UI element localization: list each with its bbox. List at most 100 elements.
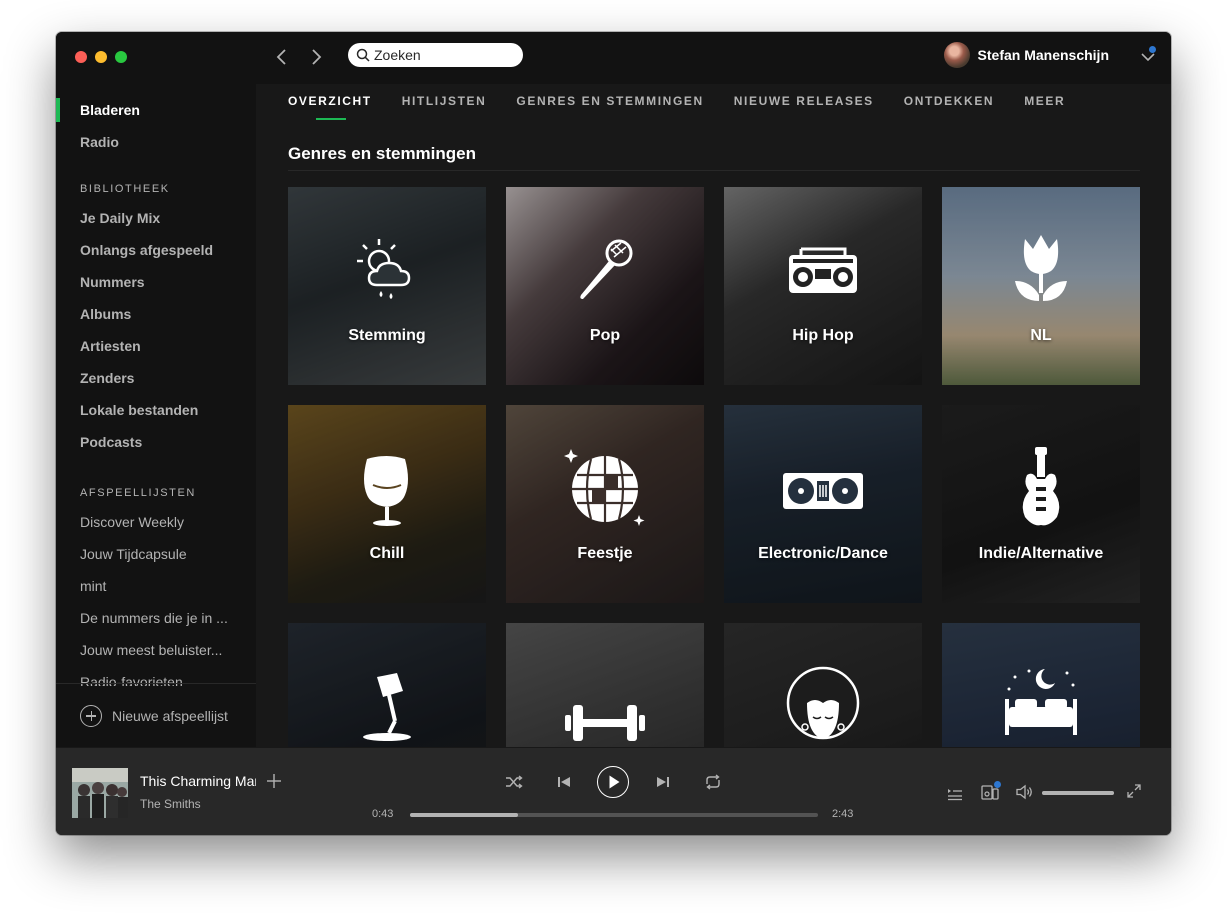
genre-tile-electronic-dance[interactable]: Electronic/Dance	[724, 405, 922, 603]
egg-chair-icon	[364, 456, 408, 526]
genre-tile-feestje[interactable]: Feestje	[506, 405, 704, 603]
library-section-title: BIBLIOTHEEK	[80, 183, 170, 195]
queue-icon[interactable]	[947, 785, 963, 801]
playlists-section-title: AFSPEELLIJSTEN	[80, 487, 196, 499]
tile-label: Hip Hop	[792, 327, 854, 344]
playlist-item[interactable]: Jouw Tijdcapsule	[56, 538, 236, 570]
add-to-library-icon[interactable]	[266, 773, 282, 789]
tab-hitlijsten[interactable]: HITLIJSTEN	[402, 84, 487, 124]
sidebar-item-radio[interactable]: Radio	[56, 126, 256, 158]
sidebar-main-nav: Bladeren Radio	[56, 94, 256, 158]
tile-label: Pop	[589, 327, 621, 344]
tile-label: NL	[1030, 327, 1052, 344]
plus-circle-icon	[80, 704, 102, 727]
spotify-window: Bladeren Radio BIBLIOTHEEK Je Daily Mix …	[56, 32, 1171, 835]
boombox-icon	[789, 247, 857, 293]
genre-tile-soul[interactable]	[724, 623, 922, 747]
sidebar-item-songs[interactable]: Nummers	[56, 266, 256, 298]
tab-genres-en-stemmingen[interactable]: GENRES EN STEMMINGEN	[516, 84, 703, 124]
playlist-item[interactable]: Discover Weekly	[56, 506, 236, 538]
zoom-window-button[interactable]	[115, 51, 127, 63]
tile-label: Indie/Alternative	[978, 545, 1104, 562]
repeat-icon[interactable]	[704, 774, 722, 790]
sidebar-item-local-files[interactable]: Lokale bestanden	[56, 394, 256, 426]
tile-label: Stemming	[348, 327, 426, 344]
genre-tile-nl[interactable]: NL	[942, 187, 1140, 385]
sidebar: Bladeren Radio BIBLIOTHEEK Je Daily Mix …	[56, 32, 256, 747]
user-name: Stefan Manenschijn	[977, 47, 1109, 63]
genre-tile-hip-hop[interactable]: Hip Hop	[724, 187, 922, 385]
avatar	[943, 42, 970, 68]
track-title[interactable]: This Charming Man	[140, 773, 256, 789]
tab-overzicht[interactable]: OVERZICHT	[288, 84, 372, 124]
turntables-icon	[783, 473, 863, 509]
album-art-image	[72, 768, 128, 818]
afro-face-icon	[786, 666, 860, 740]
play-icon	[609, 775, 619, 788]
playlist-item[interactable]: De nummers die je in ...	[56, 602, 236, 634]
notification-dot	[1149, 46, 1156, 53]
window-controls	[75, 51, 127, 63]
genre-tile-pop[interactable]: Pop	[506, 187, 704, 385]
genre-tile-chill[interactable]: Chill	[288, 405, 486, 603]
tab-ontdekken[interactable]: ONTDEKKEN	[904, 84, 994, 124]
genre-tile-focus[interactable]	[288, 623, 486, 747]
volume-slider[interactable]	[1042, 791, 1114, 795]
search-input[interactable]	[374, 47, 514, 63]
previous-track-icon[interactable]	[557, 775, 571, 789]
sidebar-item-bladeren[interactable]: Bladeren	[56, 94, 256, 126]
forward-arrow-icon[interactable]	[304, 45, 328, 69]
sidebar-item-daily-mix[interactable]: Je Daily Mix	[56, 202, 256, 234]
tile-label: Feestje	[577, 545, 633, 562]
sidebar-item-stations[interactable]: Zenders	[56, 362, 256, 394]
new-playlist-label: Nieuwe afspeellijst	[112, 707, 228, 724]
desk-lamp-icon	[363, 673, 411, 741]
volume-icon[interactable]	[1016, 784, 1034, 800]
back-arrow-icon[interactable]	[270, 45, 294, 69]
progress-fill	[410, 813, 518, 817]
tab-meer[interactable]: MEER	[1024, 84, 1065, 124]
fullscreen-icon[interactable]	[1127, 784, 1141, 798]
tile-label: Chill	[369, 545, 405, 562]
sidebar-item-podcasts[interactable]: Podcasts	[56, 426, 256, 458]
track-artist[interactable]: The Smiths	[140, 797, 201, 811]
tulip-icon	[1015, 235, 1067, 301]
search-box[interactable]	[348, 43, 523, 67]
tab-nieuwe-releases[interactable]: NIEUWE RELEASES	[734, 84, 874, 124]
shuffle-icon[interactable]	[505, 774, 523, 790]
sidebar-item-albums[interactable]: Albums	[56, 298, 256, 330]
album-cover[interactable]	[72, 768, 128, 818]
search-icon	[356, 48, 370, 62]
genre-tile-workout[interactable]	[506, 623, 704, 747]
microphone-icon	[580, 239, 633, 299]
playlist-item[interactable]: mint	[56, 570, 236, 602]
genre-grid: Stemming Pop Hip Hop NL Chill Feestje El…	[288, 187, 1140, 747]
new-playlist-button[interactable]: Nieuwe afspeellijst	[56, 683, 256, 747]
now-playing-bar: This Charming Man The Smiths 0:43 2:43	[56, 747, 1171, 835]
playlist-list: Discover Weekly Jouw Tijdcapsule mint De…	[56, 506, 256, 686]
sidebar-item-recently-played[interactable]: Onlangs afgespeeld	[56, 234, 256, 266]
dumbbell-icon	[565, 705, 645, 741]
disco-ball-icon	[564, 449, 645, 526]
playback-progress-bar[interactable]	[410, 813, 818, 817]
user-menu[interactable]: Stefan Manenschijn	[943, 42, 1109, 68]
library-list: Je Daily Mix Onlangs afgespeeld Nummers …	[56, 202, 256, 458]
playlist-item[interactable]: Jouw meest beluister...	[56, 634, 236, 666]
next-track-icon[interactable]	[656, 775, 670, 789]
volume-fill	[1042, 791, 1114, 795]
minimize-window-button[interactable]	[95, 51, 107, 63]
browse-tabs: OVERZICHT HITLIJSTEN GENRES EN STEMMINGE…	[256, 84, 1171, 124]
guitar-icon	[1022, 447, 1060, 526]
elapsed-time: 0:43	[372, 808, 394, 820]
total-duration: 2:43	[832, 808, 854, 820]
genre-tile-sleep[interactable]	[942, 623, 1140, 747]
device-active-dot	[994, 781, 1001, 788]
sidebar-item-artists[interactable]: Artiesten	[56, 330, 256, 362]
genre-tile-stemming[interactable]: Stemming	[288, 187, 486, 385]
genre-tile-indie-alternative[interactable]: Indie/Alternative	[942, 405, 1140, 603]
section-title: Genres en stemmingen	[288, 144, 477, 163]
close-window-button[interactable]	[75, 51, 87, 63]
section-divider	[288, 170, 1140, 171]
play-button[interactable]	[597, 766, 629, 798]
main-content: Genres en stemmingen Stemming Pop Hip Ho…	[256, 124, 1171, 747]
